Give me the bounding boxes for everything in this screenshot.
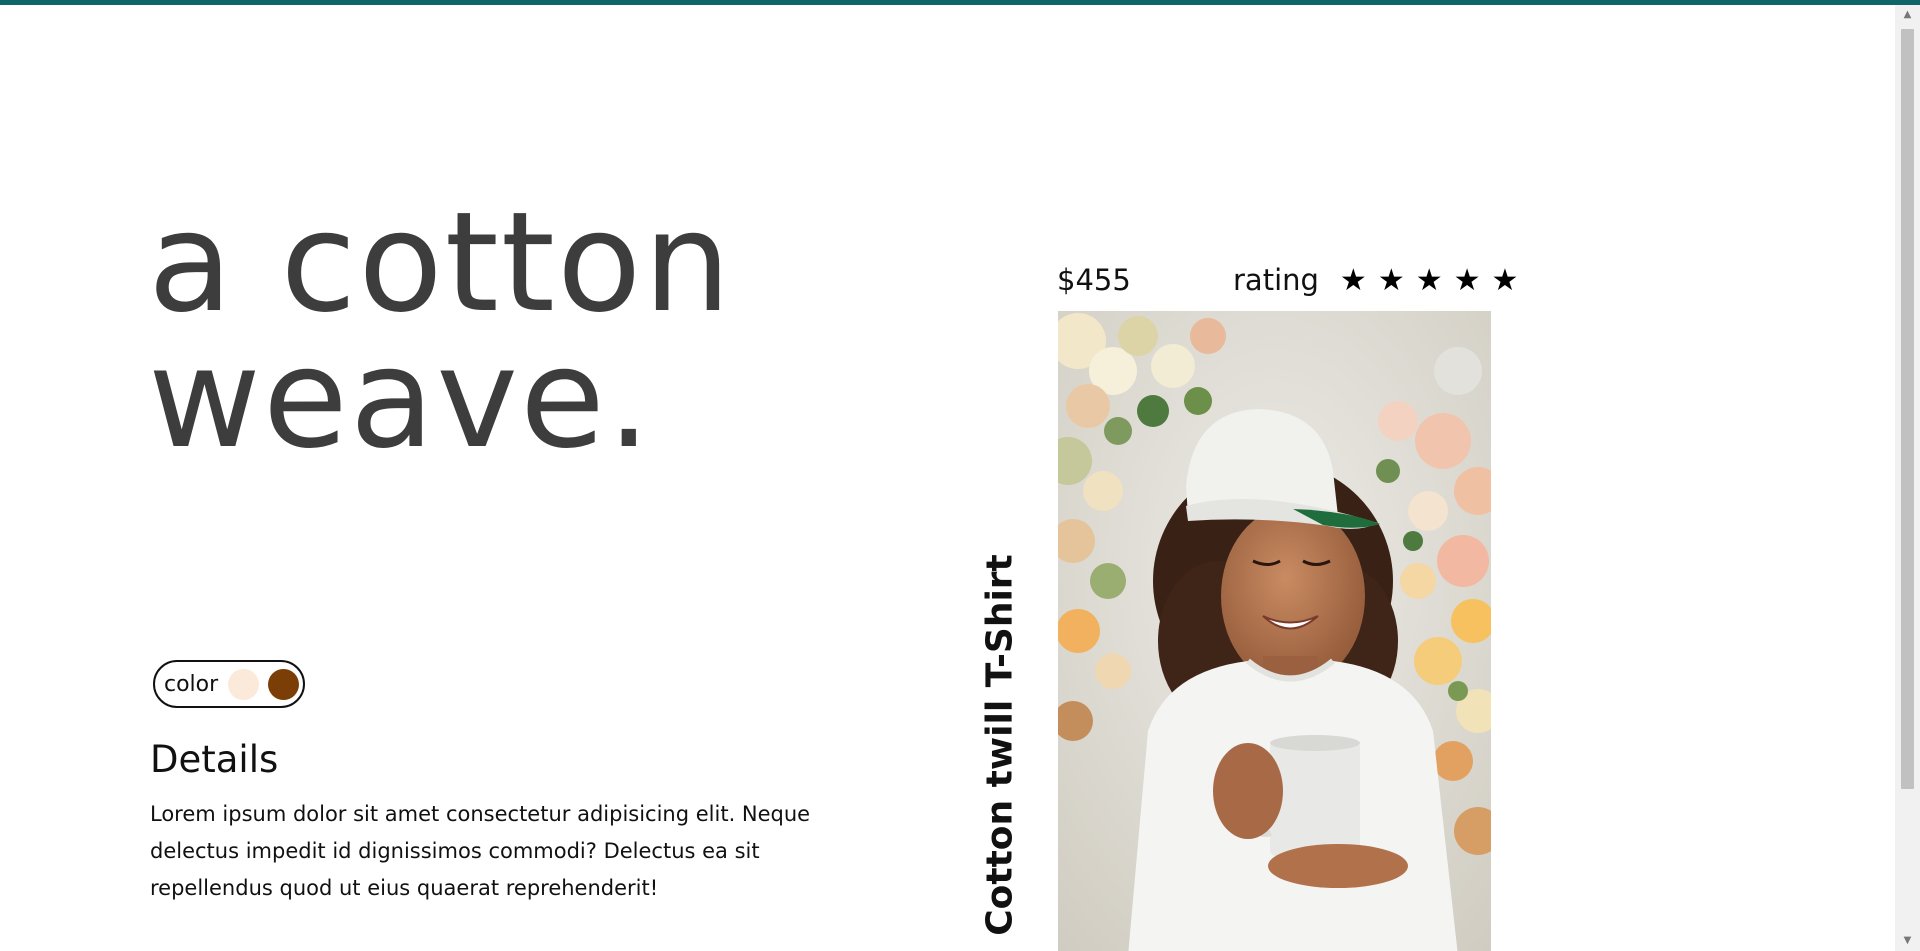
star-icon: ★	[1415, 263, 1443, 298]
scroll-thumb[interactable]	[1901, 29, 1914, 789]
model-photo	[1058, 311, 1491, 951]
product-page: a cotton weave. color Details Lorem ipsu…	[0, 5, 1895, 951]
product-rating: rating ★ ★ ★ ★ ★	[1233, 263, 1518, 297]
product-name: Cotton twill T-Shirt	[979, 554, 1021, 936]
scroll-down-arrow-icon[interactable]: ▼	[1895, 931, 1920, 951]
star-icon: ★	[1491, 263, 1519, 298]
scroll-up-arrow-icon[interactable]: ▲	[1895, 5, 1920, 25]
hero-headline: a cotton weave.	[148, 182, 733, 479]
star-icon: ★	[1339, 263, 1367, 298]
details-description: Lorem ipsum dolor sit amet consectetur a…	[150, 802, 811, 900]
details-heading: Details	[150, 738, 279, 781]
hero-line-2: weave.	[148, 318, 653, 479]
color-label: color	[164, 671, 219, 697]
star-icon: ★	[1453, 263, 1481, 298]
vertical-scrollbar[interactable]: ▲ ▼	[1895, 5, 1920, 951]
color-swatch-cream[interactable]	[228, 668, 260, 700]
hand-left	[1213, 743, 1283, 839]
color-picker: color	[153, 660, 305, 708]
product-price: $455	[1057, 263, 1131, 297]
hero-line-1: a cotton	[148, 182, 733, 343]
hand-right	[1268, 844, 1408, 888]
star-icon: ★	[1377, 263, 1405, 298]
photo-illustration	[1058, 311, 1491, 951]
color-swatch-brown[interactable]	[268, 668, 300, 700]
rating-stars: ★ ★ ★ ★ ★	[1329, 263, 1519, 297]
rating-label: rating	[1233, 263, 1319, 297]
